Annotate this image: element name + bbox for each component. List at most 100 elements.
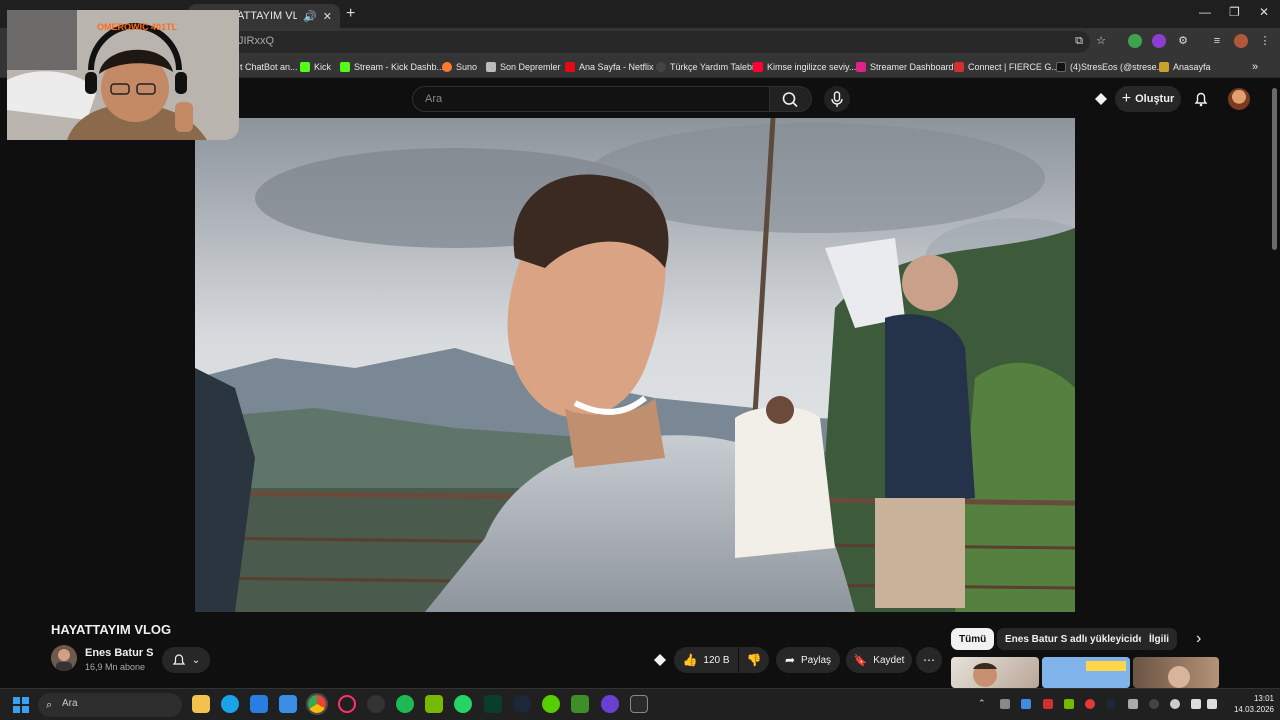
chrome-icon[interactable] (306, 693, 328, 715)
bookmarks-overflow-icon[interactable]: » (1252, 59, 1258, 75)
edge-icon[interactable] (221, 695, 239, 713)
tray-app-icon[interactable] (1043, 699, 1053, 709)
chip-related[interactable]: İlgili (1141, 628, 1177, 650)
restore-button[interactable]: ❐ (1229, 5, 1240, 19)
dislike-button[interactable]: 👎 (739, 647, 769, 673)
plus-icon: + (1121, 90, 1132, 107)
like-button[interactable]: 👍 120 B (674, 647, 738, 673)
extension-green-icon[interactable] (1128, 34, 1142, 48)
close-tab-icon[interactable]: ✕ (323, 10, 332, 23)
bookmark-item[interactable]: Stream - Kick Dashb... (340, 59, 444, 75)
address-bar[interactable]: JIRxxQ (230, 31, 1090, 53)
related-video-thumbnail[interactable] (1042, 657, 1130, 688)
netflix-icon (565, 62, 575, 72)
notifications-bell-icon[interactable] (1192, 90, 1210, 108)
chip-from-uploader[interactable]: Enes Batur S adlı yükleyiciden (997, 628, 1159, 650)
opera-icon[interactable] (338, 695, 356, 713)
epic-games-icon[interactable] (630, 695, 648, 713)
voice-search-button[interactable] (824, 86, 850, 112)
channel-name[interactable]: Enes Batur S (85, 647, 153, 659)
bookmark-label: Stream - Kick Dashb... (354, 62, 445, 72)
bookmark-item[interactable]: Kick (300, 59, 331, 75)
tray-app-icon[interactable] (1021, 699, 1031, 709)
windows-taskbar: Ara ⌕ ⌃ 13:01 14.03.2026 (0, 688, 1280, 720)
subscription-bell-button[interactable]: ⌄ (162, 647, 210, 673)
tray-app-icon[interactable] (1149, 699, 1159, 709)
bookmark-item[interactable]: Ana Sayfa - Netflix (565, 59, 654, 75)
profile-avatar-icon[interactable] (1234, 34, 1248, 48)
mail-icon[interactable] (279, 695, 297, 713)
close-window-button[interactable]: ✕ (1259, 5, 1269, 19)
webcam-overlay: OMEROWIC 401TL (7, 10, 239, 140)
related-video-thumbnail[interactable] (1133, 657, 1219, 688)
media-control-icon[interactable]: ≡ (1210, 34, 1224, 48)
chip-all[interactable]: Tümü (951, 628, 995, 650)
bookmark-label: Streamer Dashboard (870, 62, 954, 72)
tray-nvidia-icon[interactable] (1064, 699, 1074, 709)
video-title: HAYATTAYIM VLOG (51, 622, 172, 637)
bookmark-icon: 🔖 (853, 654, 868, 667)
network-icon[interactable] (1191, 699, 1201, 709)
page-scrollbar[interactable] (1272, 88, 1277, 250)
create-button[interactable]: + Oluştur (1115, 86, 1181, 112)
obs-icon[interactable] (367, 695, 385, 713)
bookmark-item[interactable]: Türkçe Yardım Talebi (656, 59, 754, 75)
bookmark-item[interactable]: Kimse ingilizce seviy... (753, 59, 856, 75)
windows-start-icon[interactable] (13, 697, 29, 713)
bookmark-item[interactable]: Suno (442, 59, 477, 75)
menu-kebab-icon[interactable]: ⋮ (1258, 34, 1272, 48)
search-input[interactable]: Ara (412, 86, 770, 112)
chevron-right-icon[interactable]: › (1196, 630, 1201, 648)
search-button[interactable] (770, 86, 812, 112)
channel-avatar[interactable] (51, 645, 77, 671)
clock-time: 13:01 (1253, 694, 1274, 703)
whatsapp-icon[interactable] (454, 695, 472, 713)
terminal-icon[interactable] (484, 695, 502, 713)
suno-icon (442, 62, 452, 72)
minecraft-icon[interactable] (571, 695, 589, 713)
bookmark-item[interactable]: Anasayfa (1159, 59, 1211, 75)
bookmark-star-icon[interactable]: ☆ (1094, 34, 1108, 48)
install-app-icon[interactable]: ⧉ (1072, 34, 1086, 48)
chip-label: Tümü (959, 633, 987, 645)
nvidia-icon[interactable] (425, 695, 443, 713)
tray-chevron-icon[interactable]: ⌃ (978, 698, 986, 709)
bookmark-label: Kick (314, 62, 332, 72)
system-clock[interactable]: 13:01 14.03.2026 (1226, 693, 1274, 715)
taskbar-search-input[interactable]: Ara (38, 693, 182, 717)
store-icon[interactable] (250, 695, 268, 713)
minimize-button[interactable]: — (1199, 5, 1211, 19)
tray-app-icon[interactable] (1128, 699, 1138, 709)
tray-app-icon[interactable] (1000, 699, 1010, 709)
bookmark-item[interactable]: (4)StresEos (@strese... (1056, 59, 1164, 75)
bookmark-label: Son Depremler (500, 62, 561, 72)
bookmark-item[interactable]: Connect | FIERCE G... (954, 59, 1059, 75)
premium-gift-icon[interactable] (1092, 90, 1110, 108)
steam-icon[interactable] (513, 695, 531, 713)
video-player[interactable] (195, 118, 1075, 612)
duolingo-icon[interactable] (542, 695, 560, 713)
account-avatar[interactable] (1228, 88, 1250, 110)
bookmark-item[interactable]: t ChatBot an... (240, 59, 298, 75)
tray-microphone-icon[interactable] (1170, 699, 1180, 709)
bookmark-item[interactable]: Streamer Dashboard (856, 59, 954, 75)
speaker-icon[interactable]: 🔊 (303, 10, 317, 23)
file-explorer-icon[interactable] (192, 695, 210, 713)
new-tab-button[interactable]: + (346, 5, 355, 23)
spotify-icon[interactable] (396, 695, 414, 713)
related-video-thumbnail[interactable] (951, 657, 1039, 688)
share-button[interactable]: ➦ Paylaş (776, 647, 840, 673)
chip-label: Enes Batur S adlı yükleyiciden (1005, 633, 1151, 645)
bookmark-label: t ChatBot an... (240, 62, 298, 72)
extension-purple-icon[interactable] (1152, 34, 1166, 48)
circle-app-icon[interactable] (601, 695, 619, 713)
more-actions-button[interactable]: ⋯ (916, 647, 942, 673)
bookmark-item[interactable]: Son Depremler (486, 59, 561, 75)
volume-icon[interactable] (1207, 699, 1217, 709)
premium-sparkle-button[interactable] (648, 647, 672, 673)
save-button[interactable]: 🔖 Kaydet (846, 647, 912, 673)
extensions-puzzle-icon[interactable]: ⚙ (1176, 34, 1190, 48)
tray-record-icon[interactable] (1085, 699, 1095, 709)
tray-steam-icon[interactable] (1106, 699, 1116, 709)
bookmark-label: Anasayfa (1173, 62, 1211, 72)
